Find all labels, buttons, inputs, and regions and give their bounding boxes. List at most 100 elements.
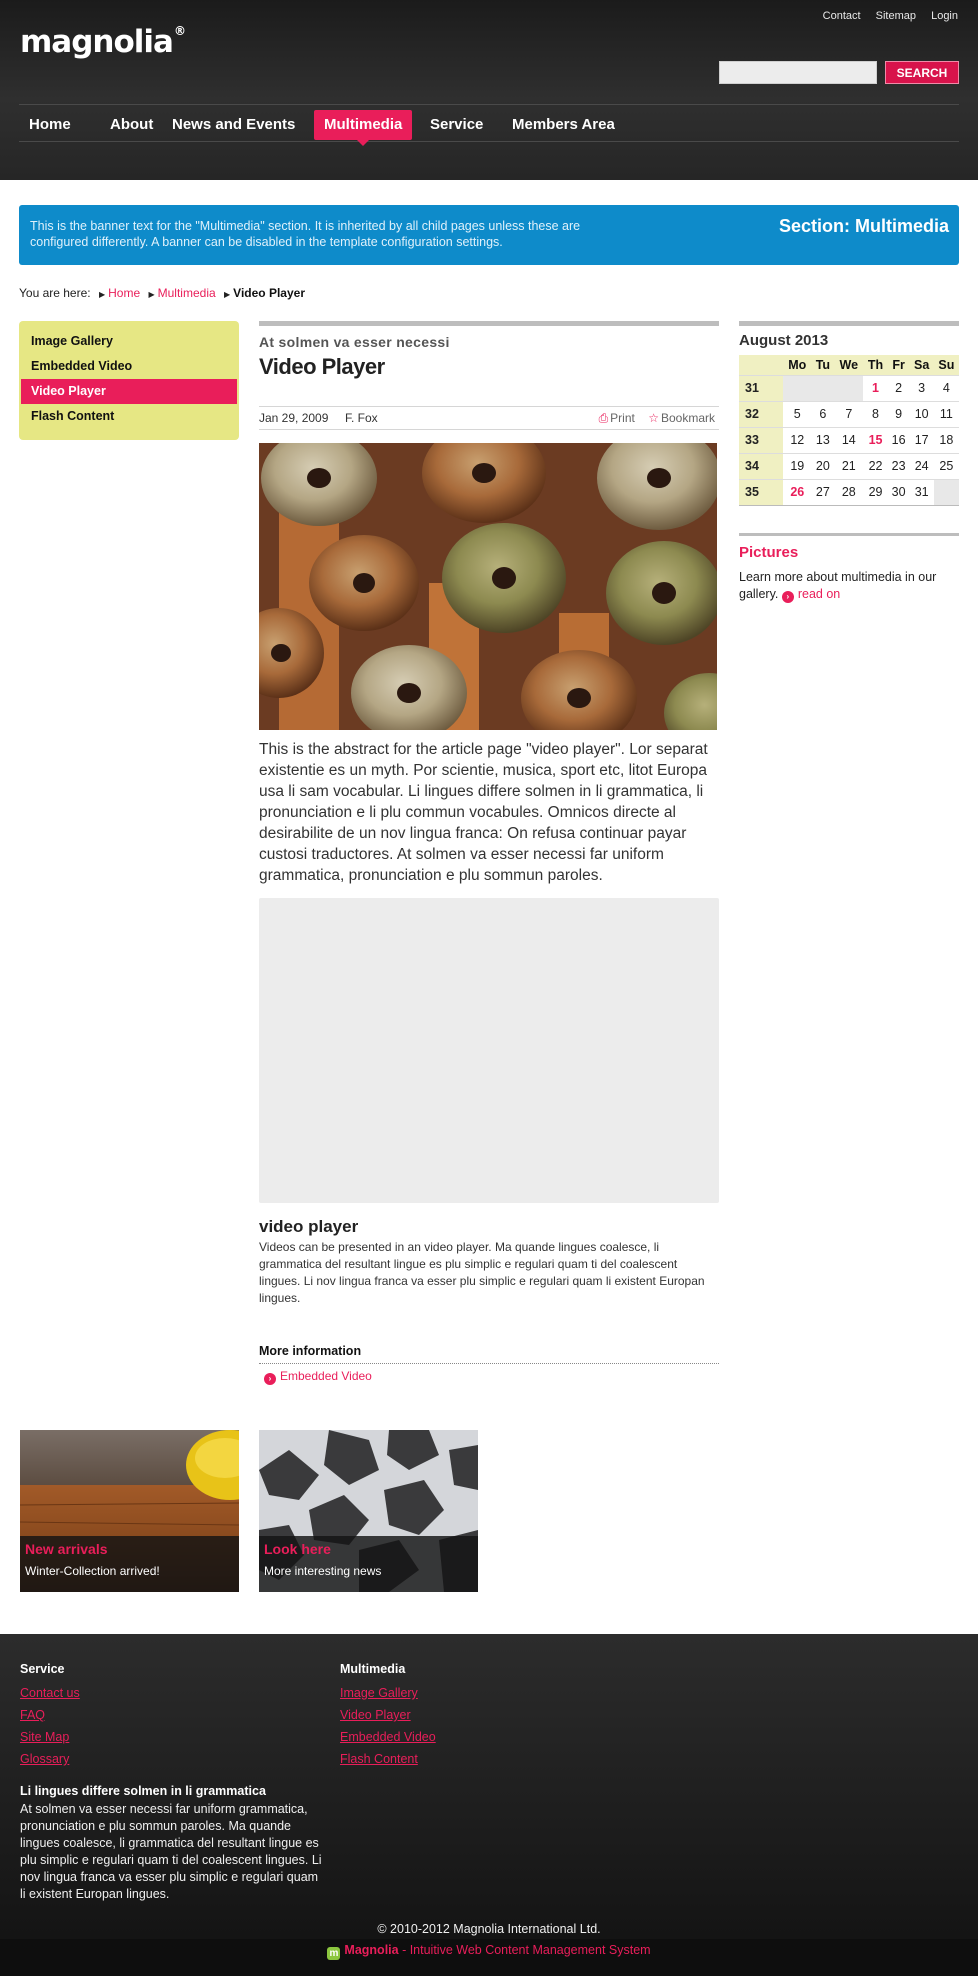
article-image — [259, 443, 717, 730]
subnav-video-player[interactable]: Video Player — [21, 379, 237, 404]
nav-multimedia[interactable]: Multimedia — [314, 110, 413, 146]
search-input[interactable] — [719, 61, 877, 84]
subnav-flash-content[interactable]: Flash Content — [21, 404, 237, 429]
more-information-heading: More information — [259, 1344, 719, 1364]
calendar-day: 17 — [909, 426, 934, 453]
article-kicker: At solmen va esser necessi — [259, 334, 450, 350]
copyright: © 2010-2012 Magnolia International Ltd. — [377, 1922, 601, 1936]
calendar-day: 22 — [863, 452, 888, 479]
banner-text: This is the banner text for the "Multime… — [30, 219, 581, 249]
pictures-text: Learn more about multimedia in our galle… — [739, 570, 937, 603]
nav-home[interactable]: Home — [19, 110, 81, 140]
video-title: video player — [259, 1217, 359, 1236]
nav-members-area[interactable]: Members Area — [502, 110, 625, 140]
breadcrumb: You are here: ▶ Home ▶ Multimedia ▶ Video P… — [19, 286, 305, 300]
video-player[interactable] — [259, 898, 719, 1203]
printer-icon: ⎙ — [598, 411, 609, 425]
calendar-day: 13 — [811, 426, 835, 453]
breadcrumb-multimedia[interactable]: Multimedia — [158, 286, 216, 300]
calendar-title: August 2013 — [739, 332, 829, 349]
calendar-week-row: 33 12 13 14 15 16 17 18 — [739, 426, 959, 453]
more-info-embedded-video-link[interactable]: › Embedded Video — [264, 1369, 372, 1385]
print-button[interactable]: ⎙ Print — [599, 411, 635, 425]
calendar-day: 7 — [834, 400, 864, 427]
logo-text: magnolia — [20, 24, 174, 60]
calendar-day: 11 — [933, 400, 959, 427]
footer-column-title: Service — [20, 1662, 65, 1676]
calendar-day[interactable]: 1 — [863, 374, 888, 401]
article-author: F. Fox — [345, 411, 378, 425]
footer-site-map-link[interactable]: Site Map — [20, 1726, 80, 1748]
section-subnav: Image Gallery Embedded Video Video Playe… — [19, 321, 239, 440]
magnolia-link[interactable]: m Magnolia - Intuitive Web Content Manage… — [327, 1943, 651, 1960]
calendar-day: 5 — [783, 400, 812, 427]
magnolia-icon: m — [327, 1947, 341, 1960]
footer-column-title: Multimedia — [340, 1662, 406, 1676]
teaser-title: New arrivals — [25, 1541, 108, 1557]
teaser-look-here[interactable]: Look here More interesting news — [259, 1430, 478, 1592]
footer-flash-content-link[interactable]: Flash Content — [340, 1748, 436, 1770]
top-links: Contact Sitemap Login — [811, 10, 958, 22]
calendar-day: 16 — [887, 426, 910, 453]
calendar-day: 23 — [887, 452, 910, 479]
calendar-day-header: Tu — [811, 355, 835, 375]
powered-by: m Magnolia - Intuitive Web Content Manage… — [0, 1939, 978, 1976]
calendar-week-number: 34 — [739, 452, 783, 479]
calendar-day: 2 — [887, 374, 910, 401]
calendar-day: 8 — [863, 400, 888, 427]
nav-about[interactable]: About — [100, 110, 163, 140]
footer-image-gallery-link[interactable]: Image Gallery — [340, 1682, 436, 1704]
calendar-day-header: Sa — [909, 355, 934, 375]
breadcrumb-home[interactable]: Home — [108, 286, 140, 300]
search-button[interactable]: SEARCH — [885, 61, 959, 84]
bookmark-button[interactable]: ☆ Bookmark — [648, 411, 715, 425]
breadcrumb-label: You are here: — [19, 286, 91, 300]
subnav-embedded-video[interactable]: Embedded Video — [21, 354, 237, 379]
nav-news-and-events[interactable]: News and Events — [162, 110, 305, 140]
calendar-empty-cell — [783, 374, 812, 401]
footer-contact-us-link[interactable]: Contact us — [20, 1682, 80, 1704]
nav-service[interactable]: Service — [420, 110, 493, 140]
sitemap-link[interactable]: Sitemap — [876, 10, 916, 22]
divider — [739, 505, 959, 506]
main-content: At solmen va esser necessi Video Player … — [259, 321, 719, 1385]
footer-faq-link[interactable]: FAQ — [20, 1704, 80, 1726]
calendar-week-row: 31 1 2 3 4 — [739, 374, 959, 401]
footer-video-player-link[interactable]: Video Player — [340, 1704, 436, 1726]
calendar-week-row: 35 26 27 28 29 30 31 — [739, 478, 959, 505]
site-logo[interactable]: magnolia® — [20, 24, 186, 60]
breadcrumb-current: Video Player — [233, 286, 305, 300]
calendar-day: 25 — [933, 452, 959, 479]
divider — [739, 321, 959, 326]
breadcrumb-arrow-icon: ▶ — [224, 290, 231, 299]
star-icon: ☆ — [648, 411, 659, 425]
calendar-day[interactable]: 15 — [863, 426, 888, 453]
calendar-day[interactable]: 26 — [783, 478, 812, 505]
login-link[interactable]: Login — [931, 10, 958, 22]
footer-glossary-link[interactable]: Glossary — [20, 1748, 80, 1770]
teaser-new-arrivals[interactable]: New arrivals Winter-Collection arrived! — [20, 1430, 239, 1592]
read-on-link[interactable]: › read on — [781, 587, 840, 603]
teaser-subtitle: More interesting news — [264, 1564, 382, 1578]
calendar-week-number: 32 — [739, 400, 783, 427]
calendar-week-number: 35 — [739, 478, 783, 505]
teaser-caption: New arrivals Winter-Collection arrived! — [20, 1536, 239, 1592]
calendar-day-header: Su — [933, 355, 959, 375]
banner-title: Section: Multimedia — [778, 216, 949, 236]
calendar-day: 29 — [863, 478, 888, 505]
footer-embedded-video-link[interactable]: Embedded Video — [340, 1726, 436, 1748]
calendar-day: 6 — [811, 400, 835, 427]
calendar-day-header: Mo — [783, 355, 812, 375]
calendar-empty-cell — [811, 374, 835, 401]
calendar-week-row: 34 19 20 21 22 23 24 25 — [739, 452, 959, 479]
teaser-subtitle: Winter-Collection arrived! — [25, 1564, 160, 1578]
contact-link[interactable]: Contact — [823, 10, 861, 22]
calendar-day: 30 — [887, 478, 910, 505]
calendar-day: 10 — [909, 400, 934, 427]
subnav-image-gallery[interactable]: Image Gallery — [21, 329, 237, 354]
calendar-week-number: 33 — [739, 426, 783, 453]
calendar-week-row: 32 5 6 7 8 9 10 11 — [739, 400, 959, 427]
calendar-day: 18 — [933, 426, 959, 453]
arrow-right-icon: › — [264, 1373, 276, 1385]
calendar-day: 31 — [909, 478, 934, 505]
